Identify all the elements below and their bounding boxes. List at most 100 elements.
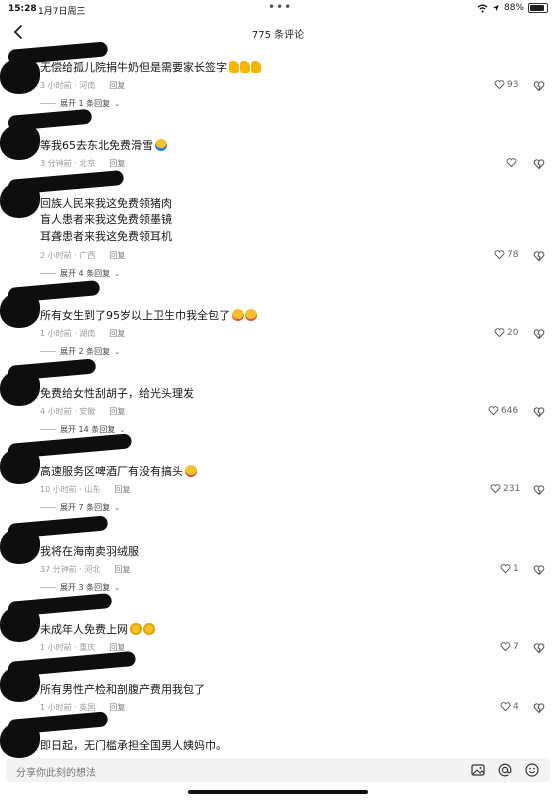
battery-percent: 88% (503, 3, 524, 13)
like-button[interactable]: 4 (500, 701, 519, 712)
reply-button[interactable]: 回复 (109, 703, 125, 712)
thumbs-up-emoji (251, 61, 261, 73)
broken-heart-icon[interactable] (533, 702, 545, 714)
heart-icon (500, 702, 511, 712)
at-icon[interactable] (497, 762, 513, 778)
comment-text: 高速服务区啤酒厂有没有搞头 (40, 464, 197, 480)
status-date: 1月7日周三 (38, 7, 86, 17)
broken-heart-icon[interactable] (533, 564, 545, 576)
expand-replies-button[interactable]: 展开 14 条回复 ⌄ (40, 424, 125, 435)
comment-text: 所有女生到了95岁以上卫生巾我全包了 (40, 308, 257, 324)
broken-heart-icon[interactable] (533, 328, 545, 340)
reply-button[interactable]: 回复 (109, 407, 125, 416)
status-right: 88% (477, 3, 548, 13)
chevron-down-icon: ⌄ (114, 99, 121, 108)
face-emoji (130, 623, 142, 635)
reply-button[interactable]: 回复 (109, 329, 125, 338)
comment-text: 耳聋患者来我这免费领耳机 (40, 230, 172, 243)
like-count: 4 (513, 701, 519, 712)
heart-icon (488, 406, 499, 416)
broken-heart-icon[interactable] (533, 158, 545, 170)
expand-replies-button[interactable]: 展开 3 条回复 ⌄ (40, 582, 120, 593)
heart-icon (494, 250, 505, 260)
comment-text: 即日起，无门槛承担全国男人姨妈巾。 (40, 739, 227, 752)
chevron-down-icon: ⌄ (114, 269, 121, 278)
broken-heart-icon[interactable] (533, 642, 545, 654)
chevron-down-icon: ⌄ (114, 347, 121, 356)
redacted-username (7, 515, 109, 539)
comment-text: 等我65去东北免费滑雪 (40, 138, 167, 154)
reply-button[interactable]: 回复 (109, 643, 125, 652)
comment-text: 免费给女性刮胡子，给光头理发 (40, 387, 194, 400)
like-button[interactable]: 646 (488, 405, 518, 416)
like-button[interactable]: 20 (494, 327, 518, 338)
like-count: 646 (501, 405, 519, 416)
battery-icon (528, 3, 548, 13)
broken-heart-icon[interactable] (533, 406, 545, 418)
like-button[interactable]: 7 (500, 641, 519, 652)
like-button[interactable]: 1 (500, 563, 519, 574)
reply-button[interactable]: 回复 (114, 485, 130, 494)
thumbs-up-emoji (240, 61, 250, 73)
redacted-username (7, 433, 133, 459)
like-count: 20 (507, 327, 519, 338)
redacted-username (7, 280, 101, 303)
comment-meta: 1 小时前 · 湖南 回复 (40, 329, 126, 338)
smiling-emoji (185, 465, 197, 477)
heart-icon (500, 642, 511, 652)
comment-meta: 4 小时前 · 安徽 回复 (40, 407, 126, 416)
multitask-dots-icon[interactable]: ••• (268, 0, 292, 14)
smiling-emoji (245, 309, 257, 321)
comment-meta: 37 分钟前 · 河北 回复 (40, 565, 131, 574)
heart-icon (490, 484, 501, 494)
broken-heart-icon[interactable] (533, 484, 545, 496)
expand-replies-button[interactable]: 展开 4 条回复 ⌄ (40, 268, 120, 279)
like-count: 231 (503, 483, 521, 494)
chevron-down-icon: ⌄ (119, 425, 126, 434)
heart-icon (506, 158, 517, 168)
comment-text: 回族人民来我这免费领猪肉 (40, 197, 172, 210)
wifi-icon (477, 3, 488, 13)
comment-text: 无偿给孤儿院捐牛奶但是需要家长签字 (40, 60, 261, 76)
expand-replies-button[interactable]: 展开 7 条回复 ⌄ (40, 502, 120, 513)
like-count: 78 (507, 249, 519, 260)
redacted-username (7, 592, 113, 617)
like-button[interactable] (506, 157, 517, 168)
comment-meta: 10 小时前 · 山东 回复 (40, 485, 131, 494)
reply-button[interactable]: 回复 (109, 159, 125, 168)
like-button[interactable]: 93 (494, 79, 518, 90)
smiling-emoji (232, 309, 244, 321)
like-button[interactable]: 231 (490, 483, 520, 494)
reply-button[interactable]: 回复 (109, 251, 125, 260)
comment-text: 盲人患者来我这免费领墨镜 (40, 213, 172, 226)
expand-replies-button[interactable]: 展开 2 条回复 ⌄ (40, 346, 120, 357)
comment-input-placeholder[interactable]: 分享你此刻的想法 (16, 764, 96, 779)
heart-icon (500, 564, 511, 574)
heart-icon (494, 80, 505, 90)
broken-heart-icon[interactable] (533, 250, 545, 262)
chevron-down-icon: ⌄ (114, 503, 121, 512)
reply-button[interactable]: 回复 (109, 81, 125, 90)
heart-icon (494, 328, 505, 338)
like-button[interactable]: 78 (494, 249, 518, 260)
expand-replies-button[interactable]: 展开 1 条回复 ⌄ (40, 98, 120, 109)
emoji-icon[interactable] (524, 762, 540, 778)
image-icon[interactable] (470, 762, 486, 778)
location-icon (492, 5, 499, 11)
redacted-username (7, 358, 97, 381)
broken-heart-icon[interactable] (533, 80, 545, 92)
comment-meta: 1 小时前 · 英国 回复 (40, 703, 126, 712)
comment-text: 未成年人免费上网 (40, 622, 155, 638)
comment-meta: 2 小时前 · 广西 回复 (40, 251, 126, 260)
status-time: 15:28 (8, 4, 37, 14)
home-indicator[interactable] (188, 790, 368, 794)
like-count: 7 (513, 641, 519, 652)
redacted-username (7, 650, 137, 677)
comment-text: 所有男性产检和剖腹产费用我包了 (40, 683, 205, 696)
reply-button[interactable]: 回复 (114, 565, 130, 574)
comment-input-bar[interactable]: 分享你此刻的想法 (6, 758, 550, 782)
like-count: 93 (507, 79, 519, 90)
status-bar: 15:28 1月7日周三 ••• 88% (0, 0, 556, 18)
comment-text: 我将在海南卖羽绒服 (40, 545, 139, 558)
comments-header: 775 条评论 (0, 20, 556, 46)
